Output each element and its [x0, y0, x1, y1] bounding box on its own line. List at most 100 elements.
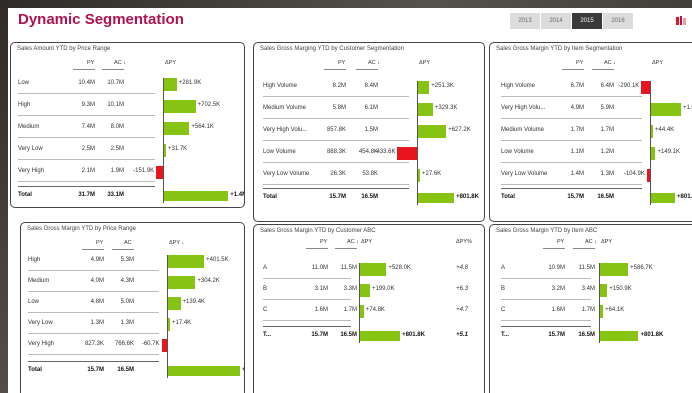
year-button-2014[interactable]: 2014: [541, 13, 571, 29]
ac-value: 6.1M: [364, 105, 378, 111]
row-label: Total: [263, 194, 277, 200]
delta-bar-positive: [164, 99, 196, 113]
column-header-ac[interactable]: AC: [124, 240, 132, 246]
py-value: 15.7M: [548, 332, 565, 338]
column-header-delta[interactable]: ΔPY: [419, 60, 430, 66]
year-button-2015[interactable]: 2015: [572, 13, 602, 29]
column-header-ac[interactable]: AC ↓: [114, 60, 126, 66]
year-button-2013[interactable]: 2013: [510, 13, 540, 29]
year-button-2016[interactable]: 2016: [603, 13, 633, 29]
py-value: 9.3M: [81, 102, 95, 108]
row-separator: [501, 140, 642, 141]
row-label: B: [263, 286, 268, 292]
chart-card[interactable]: Sales Gross Margin YTD by Customer ABC PY…: [253, 224, 485, 393]
row-separator: [263, 320, 351, 321]
delta-value: -151.9K: [133, 168, 155, 174]
row-label: Very High: [28, 341, 55, 347]
header-underline-py: [73, 69, 95, 70]
column-header-ac[interactable]: AC ↓: [604, 60, 616, 66]
row-label: Medium: [28, 278, 50, 284]
chart-card[interactable]: Sales Amount YTD by Price Range PY AC ↓ ΔPY…: [10, 42, 245, 208]
py-value: 4.9M: [90, 257, 104, 263]
py-value: 5.8M: [332, 105, 346, 111]
zebra-bi-logo-icon[interactable]: [675, 15, 687, 27]
total-separator: [263, 188, 409, 189]
delta-value: +27.6K: [422, 171, 442, 177]
delta-value: +801.8K: [402, 332, 425, 338]
ac-value: 8.0M: [110, 124, 124, 130]
delta-bar-positive: [418, 102, 433, 116]
ac-value: 2.5M: [110, 146, 124, 152]
chart-card[interactable]: Sales Gross Margin YTD by Price Range PY A…: [20, 222, 245, 393]
delta-bar-negative: [646, 168, 650, 182]
ac-value: 1.7M: [600, 127, 614, 133]
row-separator: [501, 278, 591, 279]
row-label: High: [28, 257, 41, 263]
header-underline-ac: [592, 69, 614, 70]
column-header-py[interactable]: PY: [338, 60, 345, 66]
row-separator: [501, 299, 591, 300]
row-label: Very Low: [28, 320, 53, 326]
column-header-delta[interactable]: ΔPY: [165, 60, 176, 66]
delta-value: +627.2K: [448, 127, 471, 133]
row-separator: [28, 270, 159, 271]
delta-bar-positive: [168, 366, 241, 376]
ac-value: 11.5M: [578, 265, 595, 271]
py-value: 15.7M: [87, 367, 104, 373]
row-label: Medium: [18, 124, 40, 130]
ac-value: 5.0M: [120, 299, 134, 305]
chart-card[interactable]: Sales Gross Marging YTD by Customer Segm…: [253, 42, 485, 222]
year-slicer: 2013 2014 2015 2016: [510, 13, 634, 29]
column-header-ac[interactable]: AC ↓: [368, 60, 380, 66]
row-label: T...: [263, 332, 272, 338]
column-header-delta[interactable]: ΔPY: [361, 239, 372, 245]
card-title: Sales Amount YTD by Price Range: [17, 46, 111, 52]
row-separator: [263, 140, 409, 141]
ac-value: 1.7M: [343, 307, 357, 313]
row-label: Total: [28, 367, 42, 373]
total-separator: [18, 186, 155, 187]
delta-bar-positive: [360, 331, 401, 341]
column-header-py[interactable]: PY: [87, 60, 94, 66]
delta-bar-positive: [360, 262, 387, 276]
delta-bar-positive: [168, 296, 181, 310]
py-value: 11.0M: [311, 265, 328, 271]
delta-axis: [417, 81, 418, 205]
delta-value: +150.9K: [609, 286, 632, 292]
row-separator: [263, 96, 409, 97]
column-header-py[interactable]: PY: [320, 239, 327, 245]
chart-card[interactable]: Sales Gross Margin YTD by Item ABC PY AC ↓…: [489, 224, 692, 393]
column-header-delta[interactable]: ΔPY ↓: [169, 240, 184, 246]
column-header-py[interactable]: PY: [576, 60, 583, 66]
report-canvas: Dynamic Segmentation 2013 2014 2015 2016…: [8, 8, 692, 393]
delta-pct-value: +4.7: [456, 307, 468, 313]
column-header-delta[interactable]: ΔPY: [652, 60, 663, 66]
delta-bar-positive: [168, 254, 205, 268]
column-header-ac[interactable]: AC ↓: [347, 239, 359, 245]
row-separator: [263, 118, 409, 119]
header-underline-ac: [335, 248, 357, 249]
column-header-py[interactable]: PY: [96, 240, 103, 246]
delta-value: +528.0K: [388, 265, 411, 271]
ac-value: 1.3M: [120, 320, 134, 326]
ac-value: 1.5M: [364, 127, 378, 133]
total-separator: [263, 326, 351, 327]
delta-pct-value: +4.8: [456, 265, 468, 271]
ac-value: 16.5M: [597, 194, 614, 200]
delta-value: +281.9K: [178, 80, 202, 86]
total-separator: [501, 326, 591, 327]
chart-card[interactable]: Sales Gross Margin YTD by Item Segmentat…: [489, 42, 692, 222]
delta-pct-value: +6.3: [456, 286, 468, 292]
header-underline-ac: [356, 69, 378, 70]
total-separator: [28, 361, 159, 362]
py-value: 10.4M: [78, 80, 95, 86]
column-header-delta-pct[interactable]: ΔPY%: [456, 239, 472, 245]
column-header-py[interactable]: PY: [557, 239, 564, 245]
column-header-delta[interactable]: ΔPY: [601, 239, 612, 245]
delta-bar-positive: [418, 124, 447, 138]
row-label: Total: [501, 194, 515, 200]
row-label: Low Volume: [501, 149, 534, 155]
column-header-ac[interactable]: AC ↓: [585, 239, 597, 245]
card-title: Sales Gross Margin YTD by Item Segmentat…: [496, 46, 623, 52]
py-value: 2.5M: [81, 146, 95, 152]
